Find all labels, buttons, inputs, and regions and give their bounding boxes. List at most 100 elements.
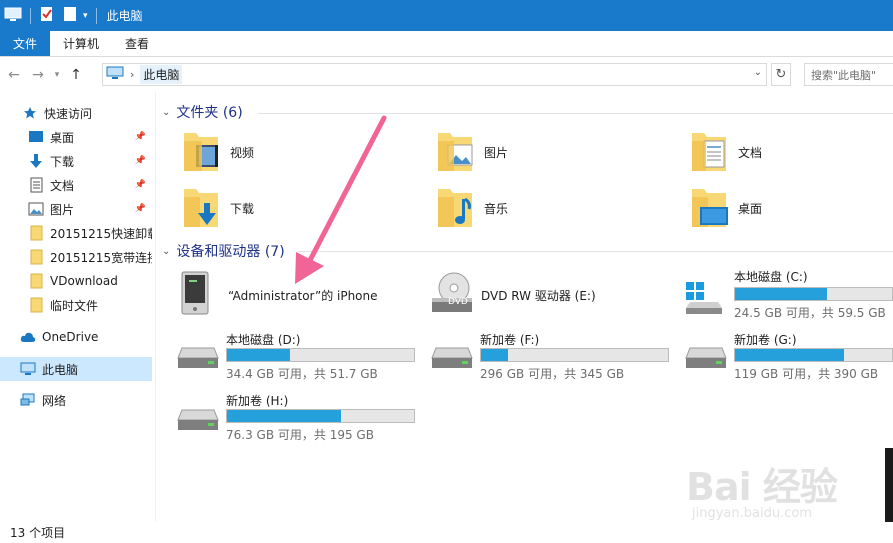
- pin-icon[interactable]: 📌: [135, 156, 146, 166]
- forward-arrow-icon[interactable]: →: [26, 63, 50, 87]
- drive-usage-fill: [735, 349, 845, 361]
- sidebar-item-label: VDownload: [50, 274, 118, 288]
- pin-icon[interactable]: 📌: [135, 204, 146, 214]
- sidebar-item-desktop[interactable]: 桌面 📌: [0, 126, 152, 148]
- network-icon: [20, 392, 36, 408]
- download-icon: [28, 153, 44, 169]
- drive-usage-fill: [481, 349, 508, 361]
- hard-drive-icon: [430, 344, 474, 377]
- drive-d[interactable]: 本地磁盘 (D:) 34.4 GB 可用，共 51.7 GB: [174, 328, 424, 382]
- sidebar-item-folder[interactable]: 临时文件: [0, 294, 152, 316]
- drive-space-text: 119 GB 可用，共 390 GB: [734, 367, 879, 381]
- device-label: “Administrator”的 iPhone: [228, 289, 378, 303]
- sidebar-item-pictures[interactable]: 图片 📌: [0, 198, 152, 220]
- picture-folder-icon: [436, 129, 476, 176]
- cloud-icon: [20, 329, 36, 345]
- toolbar-divider: [30, 7, 31, 24]
- sidebar-item-label: 快速访问: [44, 106, 93, 121]
- toolbar-divider: [95, 7, 97, 24]
- drive-space-text: 76.3 GB 可用，共 195 GB: [226, 428, 374, 442]
- pin-icon[interactable]: 📌: [135, 132, 146, 142]
- sidebar-item-downloads[interactable]: 下载 📌: [0, 150, 152, 172]
- item-count: 13 个项目: [10, 526, 66, 540]
- collapse-chevron-icon[interactable]: ⌄: [162, 107, 170, 118]
- sidebar-item-onedrive[interactable]: OneDrive: [0, 326, 152, 348]
- computer-icon: [106, 66, 124, 83]
- customize-toolbar-chevron-icon[interactable]: ▾: [83, 11, 88, 21]
- sidebar-item-network[interactable]: 网络: [0, 389, 152, 411]
- breadcrumb[interactable]: 此电脑: [140, 65, 183, 84]
- folder-documents[interactable]: 文档: [690, 128, 762, 176]
- new-folder-icon[interactable]: [63, 6, 77, 25]
- device-iphone[interactable]: “Administrator”的 iPhone: [174, 266, 404, 320]
- sidebar-item-folder[interactable]: 20151215宽带连接: [0, 246, 152, 268]
- sidebar-item-label: 图片: [50, 202, 75, 217]
- computer-icon[interactable]: [4, 6, 22, 25]
- hard-drive-icon: [176, 406, 220, 439]
- folder-music[interactable]: 音乐: [436, 184, 508, 232]
- watermark-url: jingyan.baidu.com: [692, 506, 812, 521]
- ribbon-tabs: 文件 计算机 查看: [0, 31, 893, 57]
- sidebar-item-this-pc[interactable]: 此电脑: [0, 357, 152, 381]
- search-input[interactable]: 搜索"此电脑": [804, 63, 893, 86]
- collapse-chevron-icon[interactable]: ⌄: [162, 246, 170, 257]
- folder-desktop[interactable]: 桌面: [690, 184, 762, 232]
- drive-f[interactable]: 新加卷 (F:) 296 GB 可用，共 345 GB: [428, 328, 678, 382]
- sidebar-item-label: 网络: [42, 393, 67, 408]
- folder-icon: [28, 297, 44, 313]
- desktop-folder-icon: [690, 185, 730, 232]
- tab-view[interactable]: 查看: [112, 31, 162, 56]
- back-arrow-icon[interactable]: ←: [2, 63, 26, 87]
- properties-icon[interactable]: [39, 6, 55, 25]
- folder-icon: [28, 273, 44, 289]
- tab-computer[interactable]: 计算机: [50, 31, 112, 56]
- address-bar[interactable]: › 此电脑 ⌄: [102, 63, 767, 86]
- quick-access-toolbar: ▾: [0, 6, 103, 25]
- sidebar-item-folder[interactable]: 20151215快速卸载: [0, 222, 152, 244]
- sidebar-item-quick-access[interactable]: 快速访问: [0, 102, 152, 124]
- breadcrumb-separator-icon[interactable]: ›: [130, 68, 134, 81]
- navigation-pane: 快速访问 桌面 📌 下载 📌 文档 📌 图片 📌 20151215快速卸载 20…: [0, 92, 156, 522]
- star-icon: [22, 105, 38, 121]
- drive-usage-bar: [480, 348, 669, 362]
- folder-downloads[interactable]: 下载: [182, 184, 254, 232]
- device-dvd-drive[interactable]: DVD DVD RW 驱动器 (E:): [428, 266, 658, 320]
- drive-g[interactable]: 新加卷 (G:) 119 GB 可用，共 390 GB: [682, 328, 893, 382]
- tab-file[interactable]: 文件: [0, 31, 50, 56]
- folders-section-header[interactable]: ⌄ 文件夹 (6): [162, 102, 243, 122]
- up-arrow-icon[interactable]: ↑: [64, 63, 88, 87]
- sidebar-item-label: 此电脑: [42, 362, 79, 377]
- navigation-bar: ← → ▾ ↑ › 此电脑 ⌄ ↻ 搜索"此电脑": [0, 57, 893, 92]
- drive-label: 新加卷 (F:): [480, 333, 540, 347]
- sidebar-item-documents[interactable]: 文档 📌: [0, 174, 152, 196]
- sidebar-item-label: 临时文件: [50, 298, 99, 313]
- sidebar-item-label: 20151215宽带连接: [50, 250, 152, 265]
- drive-usage-bar: [734, 287, 893, 301]
- devices-section-header[interactable]: ⌄ 设备和驱动器 (7): [162, 241, 285, 261]
- section-divider: [258, 113, 893, 114]
- address-dropdown-icon[interactable]: ⌄: [754, 67, 762, 78]
- drive-space-text: 296 GB 可用，共 345 GB: [480, 367, 625, 381]
- drive-usage-fill: [227, 410, 341, 422]
- hard-drive-icon: [684, 344, 728, 377]
- drive-label: 本地磁盘 (D:): [226, 333, 301, 347]
- section-title: 设备和驱动器 (7): [176, 244, 285, 260]
- sidebar-item-label: 下载: [50, 154, 75, 169]
- sidebar-item-folder[interactable]: VDownload: [0, 270, 152, 292]
- drive-h[interactable]: 新加卷 (H:) 76.3 GB 可用，共 195 GB: [174, 390, 424, 444]
- refresh-button[interactable]: ↻: [771, 63, 791, 86]
- drive-c[interactable]: 本地磁盘 (C:) 24.5 GB 可用，共 59.5 GB: [682, 266, 893, 320]
- folder-pictures[interactable]: 图片: [436, 128, 508, 176]
- windows-drive-icon: [684, 280, 724, 319]
- drive-space-text: 24.5 GB 可用，共 59.5 GB: [734, 306, 886, 320]
- sidebar-item-label: OneDrive: [42, 330, 99, 344]
- pin-icon[interactable]: 📌: [135, 180, 146, 190]
- folder-icon: [28, 225, 44, 241]
- section-title: 文件夹 (6): [176, 105, 243, 121]
- music-folder-icon: [436, 185, 476, 232]
- section-divider: [298, 251, 893, 252]
- folder-label: 音乐: [484, 201, 509, 216]
- video-folder-icon: [182, 129, 222, 176]
- folder-videos[interactable]: 视频: [182, 128, 254, 176]
- recent-locations-chevron-icon[interactable]: ▾: [50, 63, 64, 87]
